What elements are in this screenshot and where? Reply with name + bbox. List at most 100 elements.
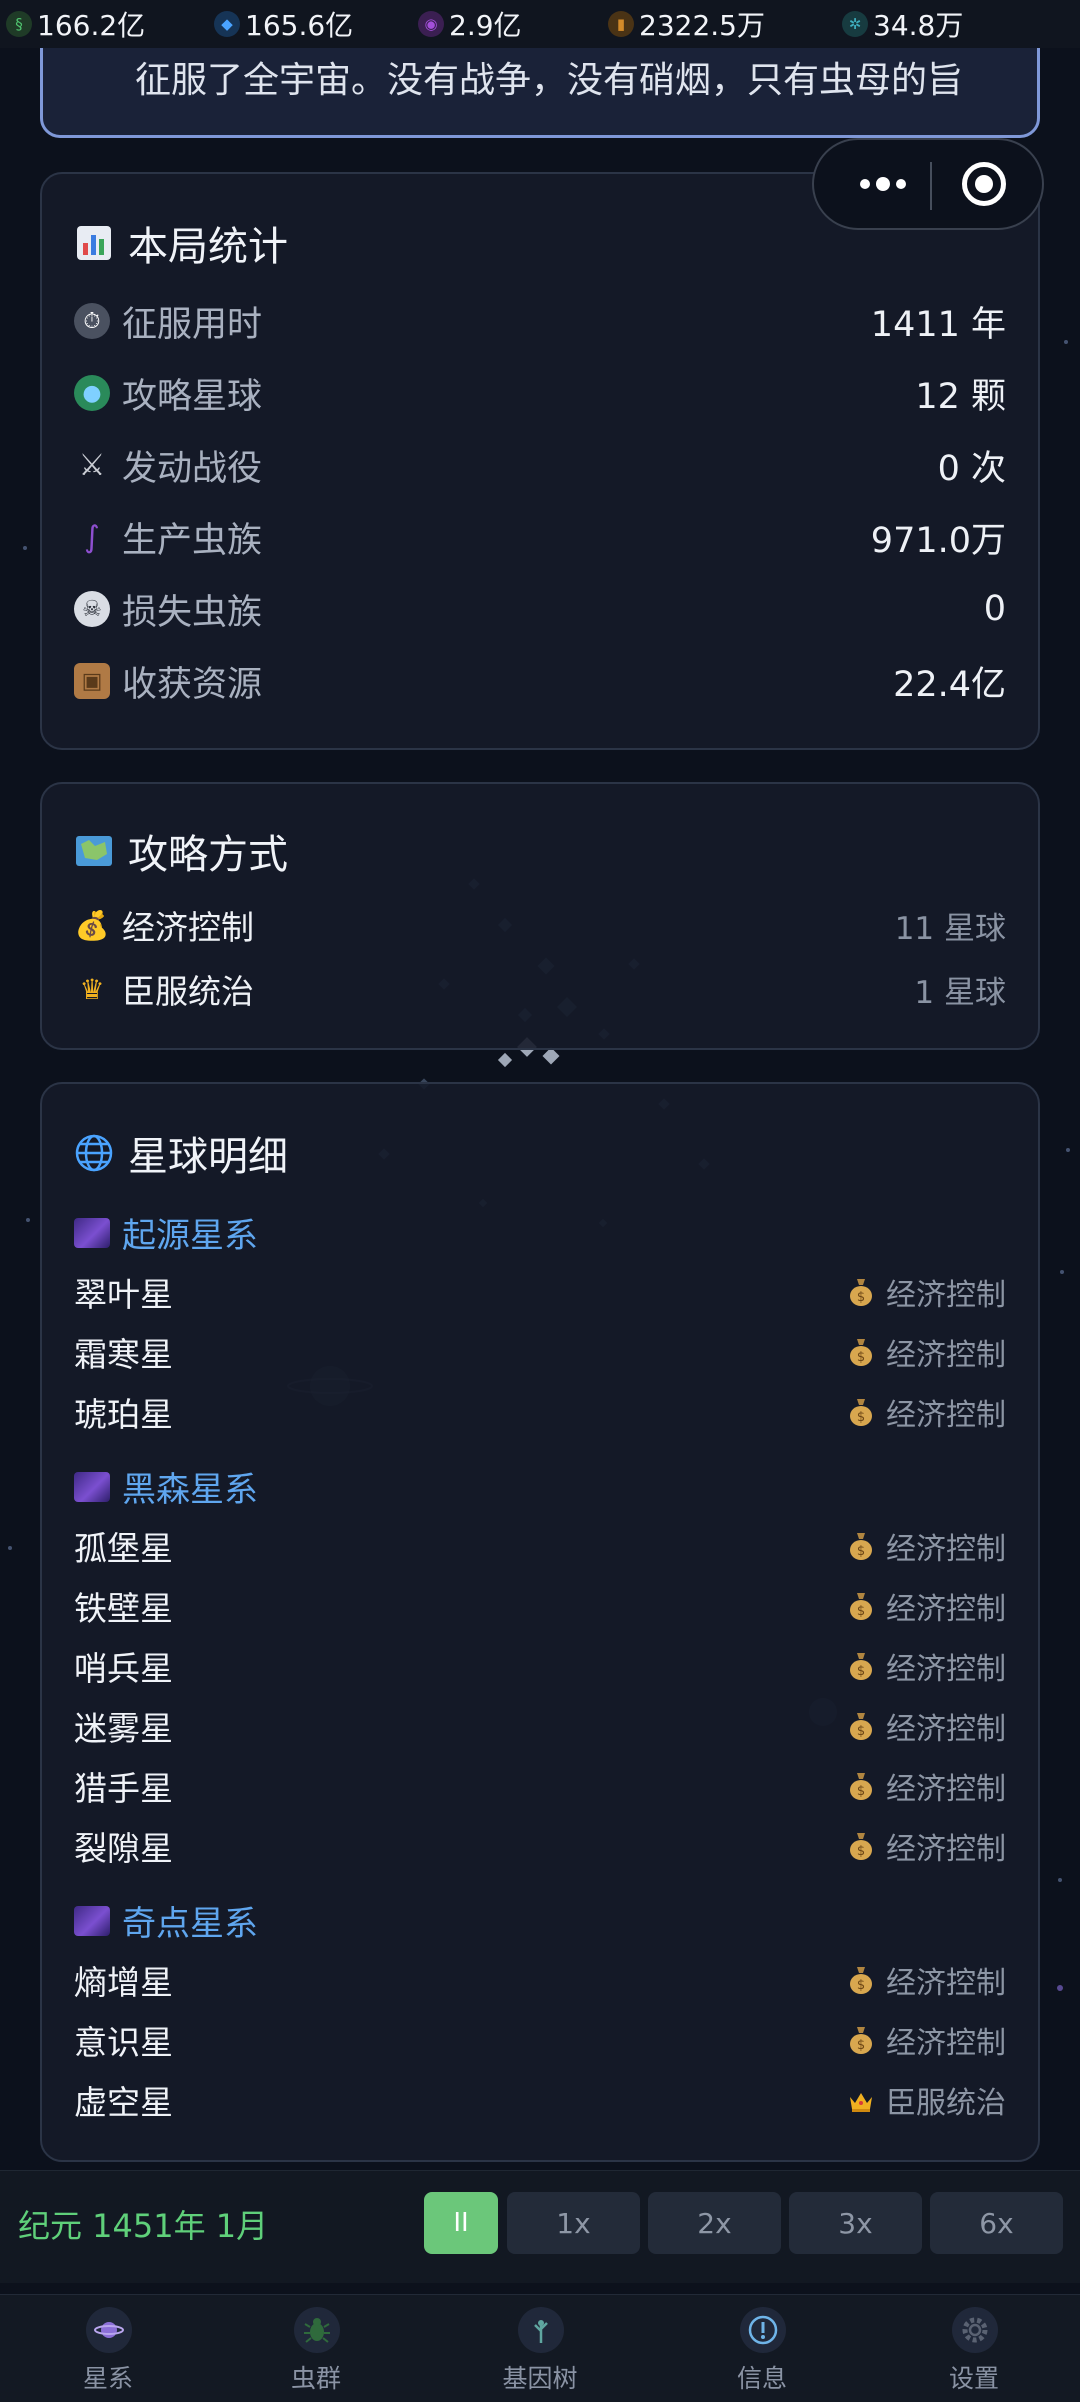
stats-card: 本局统计 ⏱ 征服用时 1411 年 ● 攻略星球 12 颗 ⚔ 发动战役 0 次 ∫… (40, 172, 1040, 750)
planet-icon (86, 2307, 132, 2353)
stats-title: 本局统计 (74, 214, 288, 272)
money-bag-icon: $ (850, 1593, 872, 1620)
conquest-methods-card: 攻略方式 💰 经济控制 11 星球 ♛ 臣服统治 1 星球 (40, 782, 1040, 1050)
resource-mineral: ▮ 2322.5万 (608, 0, 765, 48)
planet-row[interactable]: 翠叶星 $ 经济控制 (74, 1268, 1006, 1316)
svg-text:$: $ (857, 1604, 865, 1619)
bottom-tab-bar: 星系 虫群 基因树 信息 设置 (0, 2294, 1080, 2402)
speed-3x-button[interactable]: 3x (789, 2192, 922, 2254)
money-bag-icon: $ (850, 1713, 872, 1740)
planet-row[interactable]: 哨兵星 $ 经济控制 (74, 1642, 1006, 1690)
resource-gear: ✲ 34.8万 (842, 0, 963, 48)
planet-row[interactable]: 猎手星 $ 经济控制 (74, 1762, 1006, 1810)
speed-6x-button[interactable]: 6x (930, 2192, 1063, 2254)
planet-details-card: 星球明细 起源星系 翠叶星 $ 经济控制 霜寒星 $ 经济控制 琥珀星 $ 经济控制 黑森星… (40, 1082, 1040, 2162)
tab-settings[interactable]: 设置 (866, 2295, 1080, 2402)
close-miniprogram-button[interactable] (962, 162, 1006, 206)
resource-crystal: ◆ 165.6亿 (214, 0, 353, 48)
planet-row[interactable]: 熵增星 $ 经济控制 (74, 1956, 1006, 2004)
speed-2x-button[interactable]: 2x (648, 2192, 781, 2254)
money-bag-icon: $ (850, 1339, 872, 1366)
money-bag-icon: $ (850, 1773, 872, 1800)
planet-row[interactable]: 裂隙星 $ 经济控制 (74, 1822, 1006, 1870)
svg-text:$: $ (857, 1784, 865, 1799)
planet-row[interactable]: 迷雾星 $ 经济控制 (74, 1702, 1006, 1750)
victory-quote-text: 征服了全宇宙。没有战争，没有硝烟，只有虫母的旨 (135, 60, 964, 101)
svg-text:$: $ (857, 1844, 865, 1859)
bug-icon (294, 2307, 340, 2353)
gear-resource-icon: ✲ (842, 11, 868, 37)
svg-text:$: $ (857, 1724, 865, 1739)
era-date-label: 纪元 1451年 1月 (18, 2207, 269, 2245)
system-header-singularity: 奇点星系 (74, 1896, 258, 1945)
resource-bar: § 166.2亿 ◆ 165.6亿 ◉ 2.9亿 ▮ 2322.5万 ✲ 34.… (0, 0, 1080, 48)
stat-row-time: ⏱ 征服用时 1411 年 (74, 296, 1006, 346)
map-icon (74, 831, 114, 871)
svg-text:$: $ (857, 1350, 865, 1365)
mineral-icon: ▮ (608, 11, 634, 37)
galaxy-icon (74, 1471, 110, 1502)
planet-row[interactable]: 意识星 $ 经济控制 (74, 2016, 1006, 2064)
game-speed-bar: 纪元 1451年 1月 II 1x 2x 3x 6x (0, 2170, 1080, 2283)
more-menu-button[interactable] (848, 164, 918, 204)
methods-title: 攻略方式 (74, 822, 288, 880)
svg-text:$: $ (857, 1410, 865, 1425)
resource-dna: § 166.2亿 (6, 0, 145, 48)
svg-text:$: $ (857, 2038, 865, 2053)
svg-text:$: $ (857, 1290, 865, 1305)
dna-icon: § (6, 11, 32, 37)
worm-icon: ∫ (84, 519, 100, 555)
pause-button[interactable]: II (424, 2192, 498, 2254)
galaxy-icon (74, 1217, 110, 1248)
tab-galaxy[interactable]: 星系 (0, 2295, 216, 2402)
gene-tree-icon (518, 2307, 564, 2353)
money-bag-icon: $ (850, 1653, 872, 1680)
money-bag-icon: $ (850, 1533, 872, 1560)
money-bag-icon: $ (850, 1399, 872, 1426)
capsule-divider (930, 162, 932, 210)
method-row-economic: 💰 经济控制 11 星球 (74, 908, 1006, 947)
essence-icon: ◉ (418, 11, 444, 37)
galaxy-icon (74, 1905, 110, 1936)
crystal-icon: ◆ (214, 11, 240, 37)
planet-row[interactable]: 霜寒星 $ 经济控制 (74, 1328, 1006, 1376)
globe-icon: ● (74, 375, 110, 411)
resource-essence: ◉ 2.9亿 (418, 0, 522, 48)
crown-icon: ♛ (79, 972, 105, 1006)
money-bag-icon: $ (850, 1967, 872, 1994)
planet-details-title: 星球明细 (74, 1124, 288, 1182)
svg-text:$: $ (857, 1664, 865, 1679)
system-header-blackforest: 黑森星系 (74, 1462, 258, 1511)
miniprogram-capsule (812, 138, 1044, 230)
swords-icon: ⚔ (78, 447, 106, 483)
skull-icon: ☠ (74, 591, 110, 627)
money-bag-icon: $ (850, 2027, 872, 2054)
stopwatch-icon: ⏱ (74, 303, 110, 339)
tab-info[interactable]: 信息 (654, 2295, 870, 2402)
money-bag-icon: $ (850, 1279, 872, 1306)
planet-row[interactable]: 琥珀星 $ 经济控制 (74, 1388, 1006, 1436)
stat-row-resources: ▣ 收获资源 22.4亿 (74, 656, 1006, 706)
tab-gene-tree[interactable]: 基因树 (432, 2295, 648, 2402)
stat-row-planets: ● 攻略星球 12 颗 (74, 368, 1006, 418)
stat-row-produced: ∫ 生产虫族 971.0万 (74, 512, 1006, 562)
planet-row[interactable]: 孤堡星 $ 经济控制 (74, 1522, 1006, 1570)
speed-1x-button[interactable]: 1x (507, 2192, 640, 2254)
svg-text:$: $ (857, 1978, 865, 1993)
money-bag-icon: $ (850, 1833, 872, 1860)
system-header-origin: 起源星系 (74, 1208, 258, 1257)
planet-row[interactable]: 虚空星 臣服统治 (74, 2076, 1006, 2124)
planet-row[interactable]: 铁壁星 $ 经济控制 (74, 1582, 1006, 1630)
globe-grid-icon (74, 1133, 114, 1173)
bar-chart-icon (74, 223, 114, 263)
settings-icon (952, 2307, 998, 2353)
crown-icon (850, 2093, 872, 2112)
info-icon (740, 2307, 786, 2353)
stat-row-lost: ☠ 损失虫族 0 (74, 584, 1006, 634)
money-bag-icon: 💰 (74, 908, 110, 942)
tab-swarm[interactable]: 虫群 (208, 2295, 424, 2402)
package-icon: ▣ (74, 663, 110, 699)
svg-text:$: $ (857, 1544, 865, 1559)
method-row-submission: ♛ 臣服统治 1 星球 (74, 964, 1006, 1014)
stat-row-battles: ⚔ 发动战役 0 次 (74, 440, 1006, 490)
